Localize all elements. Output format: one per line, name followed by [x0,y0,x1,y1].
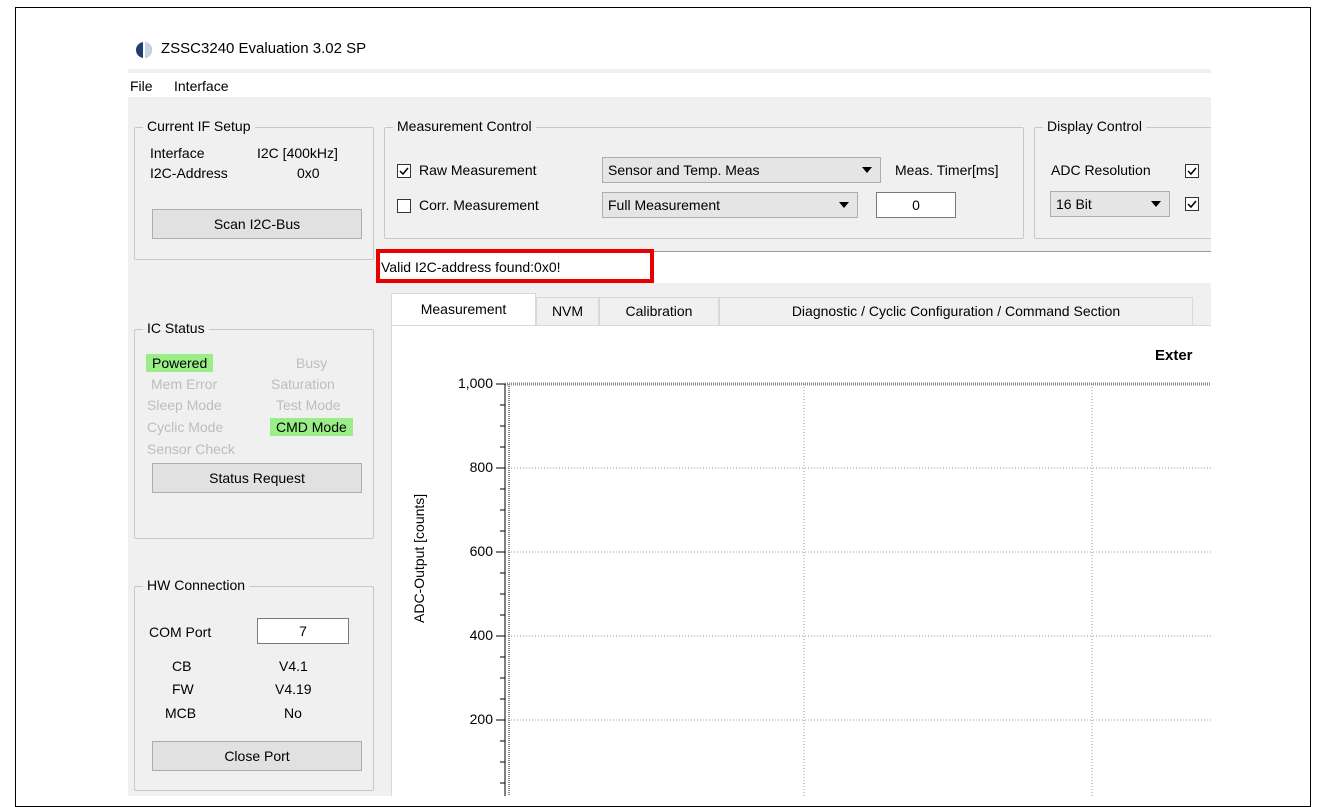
adc-resolution-label: ADC Resolution [1051,162,1151,178]
app-logo-icon [136,42,152,58]
corr-measurement-label: Corr. Measurement [419,197,539,213]
cb-value: V4.1 [279,658,308,674]
scan-i2c-bus-button[interactable]: Scan I2C-Bus [152,209,362,239]
raw-measurement-checkbox[interactable] [397,164,411,178]
group-label: Measurement Control [393,118,536,134]
tab-measurement[interactable]: Measurement [391,293,536,326]
group-label: IC Status [143,320,209,336]
group-label: Current IF Setup [143,118,255,134]
bit-resolution-value: 16 Bit [1056,196,1092,212]
measurement-tab-page: Exter ADC-Output [counts] 1,000 800 600 400… [391,325,1211,796]
tab-diagnostic[interactable]: Diagnostic / Cyclic Configuration / Comm… [719,297,1193,325]
display-control-group: Display Control ADC Resolution 16 Bit [1034,118,1211,239]
corr-measurement-checkbox[interactable] [397,199,411,213]
status-saturation: Saturation [271,376,335,392]
app-window: ZSSC3240 Evaluation 3.02 SP File Interfa… [128,19,1211,796]
meas-timer-input[interactable]: 0 [876,192,956,218]
status-mem-error: Mem Error [151,376,218,392]
ic-status-group: IC Status Powered Busy Mem Error Saturat… [134,320,374,539]
measurement-control-group: Measurement Control Raw Measurement Sens… [384,118,1024,239]
status-sensor-check: Sensor Check [147,441,235,457]
i2c-address-value: 0x0 [297,165,320,181]
raw-measurement-label: Raw Measurement [419,162,537,178]
corr-mode-select[interactable]: Full Measurement [602,192,858,218]
interface-label: Interface [150,145,205,161]
status-busy: Busy [296,355,328,371]
status-cmd-mode: CMD Mode [270,418,353,436]
fw-label: FW [172,681,194,697]
mcb-value: No [284,705,302,721]
bit-resolution-select[interactable]: 16 Bit [1050,191,1170,217]
com-port-label: COM Port [149,624,212,640]
chart-plot [496,382,1211,796]
fw-value: V4.19 [275,681,312,697]
corr-mode-value: Full Measurement [608,197,721,213]
status-request-button[interactable]: Status Request [152,463,362,493]
mcb-label: MCB [165,705,197,721]
status-test-mode: Test Mode [276,397,341,413]
close-port-button[interactable]: Close Port [152,741,362,771]
current-if-setup-group: Current IF Setup Interface I2C [400kHz] … [134,118,374,260]
com-port-input[interactable]: 7 [257,618,349,644]
tab-strip: Measurement NVM Calibration Diagnostic /… [391,293,1211,326]
highlight-box [376,249,654,283]
hw-connection-group: HW Connection COM Port 7 CB V4.1 FW V4.1… [134,577,374,791]
status-cyclic-mode: Cyclic Mode [147,419,224,435]
chevron-down-icon [862,167,872,173]
tab-nvm[interactable]: NVM [536,297,599,325]
menu-file[interactable]: File [130,78,153,94]
chevron-down-icon [839,202,849,208]
group-label: HW Connection [143,577,250,593]
status-sleep-mode: Sleep Mode [147,397,222,413]
interface-value: I2C [400kHz] [257,145,338,161]
raw-mode-select[interactable]: Sensor and Temp. Meas [602,157,881,183]
status-message-box: Valid I2C-address found:0x0! [376,249,1211,283]
adc-resolution-checkbox[interactable] [1185,164,1199,178]
raw-mode-value: Sensor and Temp. Meas [608,162,760,178]
menu-bar: File Interface [128,73,1211,97]
meas-timer-label: Meas. Timer[ms] [895,162,999,178]
status-powered: Powered [146,354,214,372]
window-title: ZSSC3240 Evaluation 3.02 SP [161,40,367,57]
bit-checkbox[interactable] [1185,197,1199,211]
i2c-address-label: I2C-Address [150,165,228,181]
title-bar: ZSSC3240 Evaluation 3.02 SP [128,19,1211,69]
tab-calibration[interactable]: Calibration [599,297,719,325]
chevron-down-icon [1151,201,1161,207]
cb-label: CB [172,658,192,674]
menu-interface[interactable]: Interface [174,78,228,94]
group-label: Display Control [1043,118,1146,134]
